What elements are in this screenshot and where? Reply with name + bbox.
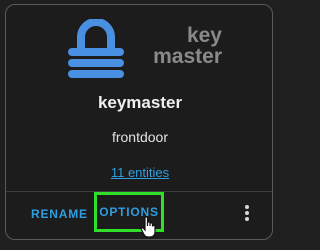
hand-pointer-icon bbox=[140, 216, 156, 238]
integration-logo: key master bbox=[6, 5, 274, 90]
integration-card: key master keymaster frontdoor 11 entiti… bbox=[5, 4, 273, 240]
more-vertical-icon[interactable] bbox=[240, 203, 254, 223]
entities-link[interactable]: 11 entities bbox=[6, 165, 274, 180]
logo-text-line-2: master bbox=[153, 45, 222, 68]
integration-title: keymaster bbox=[97, 93, 183, 112]
lock-icon bbox=[68, 19, 124, 78]
integration-subtitle: frontdoor bbox=[111, 129, 169, 145]
rename-button[interactable]: RENAME bbox=[31, 207, 88, 221]
logo-text-line-1: key bbox=[186, 24, 222, 47]
logo-text: key master bbox=[142, 25, 222, 67]
